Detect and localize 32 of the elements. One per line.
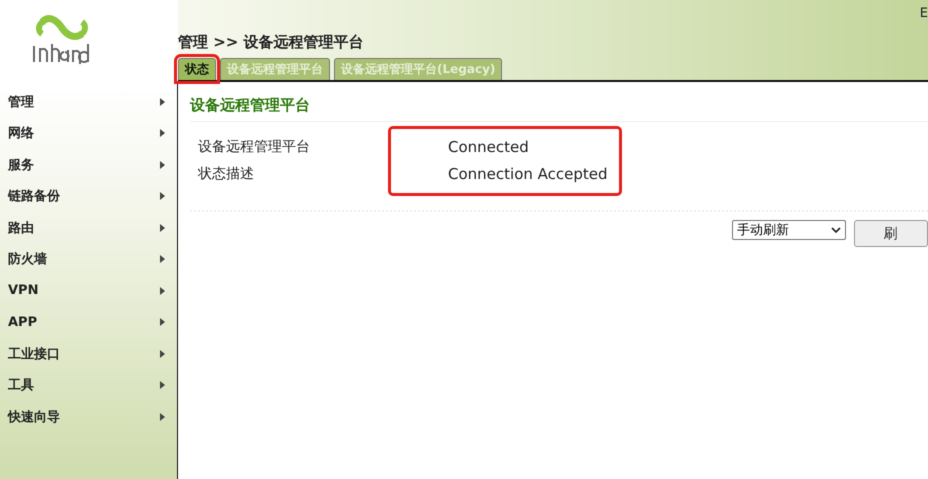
refresh-button[interactable]: 刷	[854, 220, 928, 247]
arrow-icon	[160, 98, 165, 106]
arrow-icon	[160, 160, 165, 169]
field-value: Connection Accepted	[447, 164, 609, 185]
menu-item[interactable]: 工具	[8, 376, 34, 394]
menu-item[interactable]: VPN	[8, 283, 38, 298]
menu-item[interactable]: 路由	[8, 218, 34, 237]
arrow-icon	[160, 224, 165, 232]
arrow-icon	[160, 318, 165, 326]
menu-item[interactable]: APP	[8, 314, 38, 330]
menu-item[interactable]: 链路备份	[8, 187, 60, 206]
corner-text: E	[920, 6, 928, 21]
arrow-icon	[160, 381, 165, 390]
menu-item[interactable]: 网络	[8, 124, 34, 142]
field-value: Connected	[447, 137, 530, 158]
arrow-icon	[160, 129, 165, 138]
arrow-icon	[160, 192, 165, 200]
refresh-select[interactable]: 手动刷新	[732, 220, 846, 240]
field-label: 设备远程管理平台	[198, 138, 311, 157]
menu-item[interactable]: 防火墙	[8, 250, 47, 268]
arrow-icon	[160, 255, 165, 264]
arrow-icon	[160, 350, 165, 358]
chevron-down-icon	[831, 227, 842, 233]
field-label: 状态描述	[198, 165, 255, 184]
breadcrumb: 管理 >> 设备远程管理平台	[178, 33, 365, 52]
section-title: 设备远程管理平台	[190, 96, 928, 122]
menu-item[interactable]: 管理	[8, 92, 34, 111]
menu-item[interactable]: 快速向导	[8, 408, 60, 426]
arrow-icon	[160, 412, 165, 421]
menu-item[interactable]: 工业接口	[8, 344, 60, 363]
menu-item[interactable]: 服务	[8, 156, 34, 174]
arrow-icon	[160, 286, 165, 295]
